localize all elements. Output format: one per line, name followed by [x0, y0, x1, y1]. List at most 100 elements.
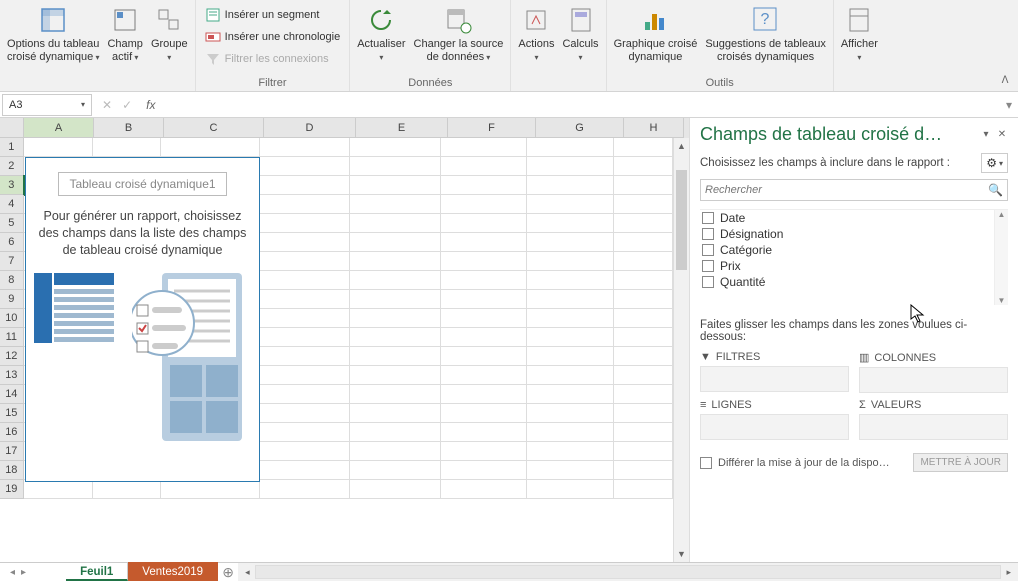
- cell[interactable]: [527, 347, 614, 366]
- field-checkbox[interactable]: [702, 244, 714, 256]
- row-header[interactable]: 5: [0, 214, 24, 233]
- nav-next-icon[interactable]: ▸: [21, 567, 26, 578]
- cell[interactable]: [614, 366, 673, 385]
- row-header[interactable]: 9: [0, 290, 24, 309]
- cell[interactable]: [260, 480, 351, 499]
- cell[interactable]: [260, 157, 351, 176]
- column-header[interactable]: A: [24, 118, 94, 138]
- cell[interactable]: [260, 195, 351, 214]
- field-list[interactable]: DateDésignationCatégoriePrixQuantité▲▼: [700, 209, 1008, 305]
- cell[interactable]: [441, 461, 528, 480]
- sheet-tab-active[interactable]: Feuil1: [66, 562, 128, 581]
- cell[interactable]: [260, 347, 351, 366]
- field-item[interactable]: Désignation: [700, 226, 1008, 242]
- cell[interactable]: [527, 366, 614, 385]
- cell[interactable]: [527, 404, 614, 423]
- cell[interactable]: [614, 176, 673, 195]
- cell[interactable]: [350, 271, 441, 290]
- cell[interactable]: [441, 195, 528, 214]
- field-item[interactable]: Catégorie: [700, 242, 1008, 258]
- close-pane-icon[interactable]: ✕: [996, 129, 1008, 141]
- cell[interactable]: [527, 195, 614, 214]
- cell[interactable]: [260, 309, 351, 328]
- pane-menu-icon[interactable]: ▾: [980, 129, 992, 141]
- cell[interactable]: [527, 138, 614, 157]
- defer-checkbox[interactable]: [700, 457, 712, 469]
- row-header[interactable]: 6: [0, 233, 24, 252]
- cell[interactable]: [260, 328, 351, 347]
- cell[interactable]: [527, 461, 614, 480]
- field-checkbox[interactable]: [702, 212, 714, 224]
- column-header[interactable]: C: [164, 118, 264, 138]
- cell[interactable]: [614, 157, 673, 176]
- cell[interactable]: [441, 309, 528, 328]
- field-checkbox[interactable]: [702, 276, 714, 288]
- cell[interactable]: [527, 252, 614, 271]
- scroll-left-icon[interactable]: ◂: [242, 567, 253, 578]
- change-source-button[interactable]: Changer la source de données ▾: [410, 2, 508, 66]
- field-checkbox[interactable]: [702, 228, 714, 240]
- cell[interactable]: [527, 423, 614, 442]
- field-item[interactable]: Date: [700, 210, 1008, 226]
- cell[interactable]: [350, 423, 441, 442]
- cell[interactable]: [260, 385, 351, 404]
- cell[interactable]: [260, 442, 351, 461]
- sheet-tab-other[interactable]: Ventes2019: [128, 562, 218, 581]
- cell[interactable]: [161, 138, 259, 157]
- cell[interactable]: [441, 138, 528, 157]
- cell[interactable]: [350, 290, 441, 309]
- cell[interactable]: [527, 290, 614, 309]
- cell[interactable]: [260, 138, 351, 157]
- cell[interactable]: [614, 404, 673, 423]
- cell[interactable]: [350, 214, 441, 233]
- scroll-down-icon[interactable]: ▼: [674, 546, 689, 562]
- add-sheet-button[interactable]: ⊕: [218, 564, 238, 581]
- column-header[interactable]: B: [94, 118, 164, 138]
- cell[interactable]: [350, 233, 441, 252]
- row-header[interactable]: 12: [0, 347, 24, 366]
- cell[interactable]: [260, 176, 351, 195]
- cell[interactable]: [260, 404, 351, 423]
- cell[interactable]: [350, 461, 441, 480]
- expand-formula-bar-button[interactable]: ▾: [1000, 98, 1018, 112]
- cell[interactable]: [441, 423, 528, 442]
- scroll-up-icon[interactable]: ▲: [998, 210, 1006, 219]
- refresh-button[interactable]: Actualiser▾: [353, 2, 409, 66]
- cell[interactable]: [614, 309, 673, 328]
- field-item[interactable]: Quantité: [700, 274, 1008, 290]
- name-box-dropdown-icon[interactable]: ▾: [81, 100, 85, 109]
- cell[interactable]: [441, 157, 528, 176]
- suggest-pivot-button[interactable]: ? Suggestions de tableaux croisés dynami…: [701, 2, 829, 66]
- cell[interactable]: [161, 480, 259, 499]
- actions-button[interactable]: Actions▾: [514, 2, 558, 66]
- cell[interactable]: [441, 385, 528, 404]
- cell[interactable]: [260, 423, 351, 442]
- cell[interactable]: [441, 252, 528, 271]
- calcs-button[interactable]: Calculs▾: [558, 2, 602, 66]
- row-header[interactable]: 14: [0, 385, 24, 404]
- cell[interactable]: [614, 252, 673, 271]
- columns-zone[interactable]: ▥COLONNES: [859, 351, 1008, 393]
- column-header[interactable]: D: [264, 118, 356, 138]
- insert-slicer-button[interactable]: Insérer un segment: [199, 4, 326, 26]
- row-header[interactable]: 3: [0, 176, 24, 195]
- cell[interactable]: [527, 442, 614, 461]
- cell[interactable]: [24, 138, 93, 157]
- rows-zone[interactable]: ≡LIGNES: [700, 399, 849, 441]
- cell[interactable]: [527, 176, 614, 195]
- cell[interactable]: [260, 366, 351, 385]
- cell[interactable]: [614, 347, 673, 366]
- row-header[interactable]: 1: [0, 138, 24, 157]
- cell[interactable]: [614, 480, 673, 499]
- cell[interactable]: [260, 271, 351, 290]
- cell[interactable]: [441, 290, 528, 309]
- field-item[interactable]: Prix: [700, 258, 1008, 274]
- cell[interactable]: [260, 290, 351, 309]
- filters-zone[interactable]: ▼FILTRES: [700, 351, 849, 393]
- cell[interactable]: [350, 328, 441, 347]
- search-input[interactable]: [705, 184, 988, 196]
- cell[interactable]: [441, 347, 528, 366]
- scroll-right-icon[interactable]: ▸: [1003, 567, 1014, 578]
- row-header[interactable]: 11: [0, 328, 24, 347]
- row-header[interactable]: 8: [0, 271, 24, 290]
